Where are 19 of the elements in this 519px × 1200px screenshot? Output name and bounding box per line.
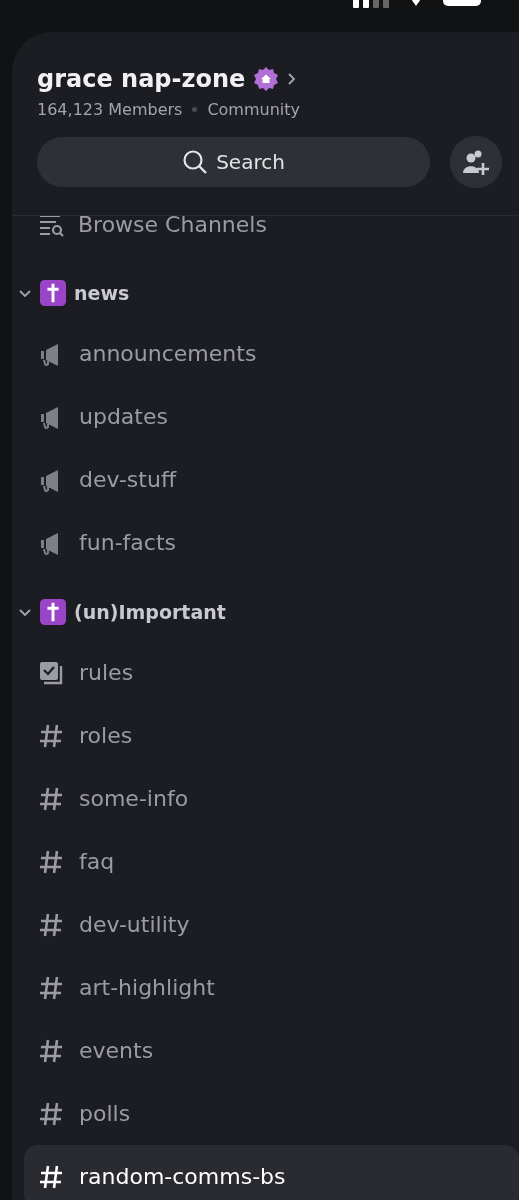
channel-item[interactable]: faq — [24, 830, 519, 893]
channel-item[interactable]: some-info — [24, 767, 519, 830]
search-button[interactable]: Search — [37, 137, 430, 187]
channel-item[interactable]: polls — [24, 1082, 519, 1145]
channel-item[interactable]: roles — [24, 704, 519, 767]
member-count: 164,123 Members — [37, 99, 183, 119]
category-name[interactable]: news — [74, 282, 130, 304]
server-name[interactable]: grace nap-zone — [37, 65, 246, 93]
channel-item[interactable]: updates — [24, 385, 519, 448]
category-name[interactable]: (un)Important — [74, 601, 226, 623]
channel-item[interactable]: rules — [24, 641, 519, 704]
channel-item[interactable]: events — [24, 1019, 519, 1082]
channel-item[interactable]: art-highlight — [24, 956, 519, 1019]
channel-item[interactable]: fun-facts — [24, 511, 519, 574]
channel-item[interactable]: dev-stuff — [24, 448, 519, 511]
channel-item[interactable]: dev-utility — [24, 893, 519, 956]
server-type: Community — [207, 99, 300, 119]
channel-item[interactable]: announcements — [24, 322, 519, 385]
channel-item[interactable]: random-comms-bs — [24, 1145, 519, 1200]
